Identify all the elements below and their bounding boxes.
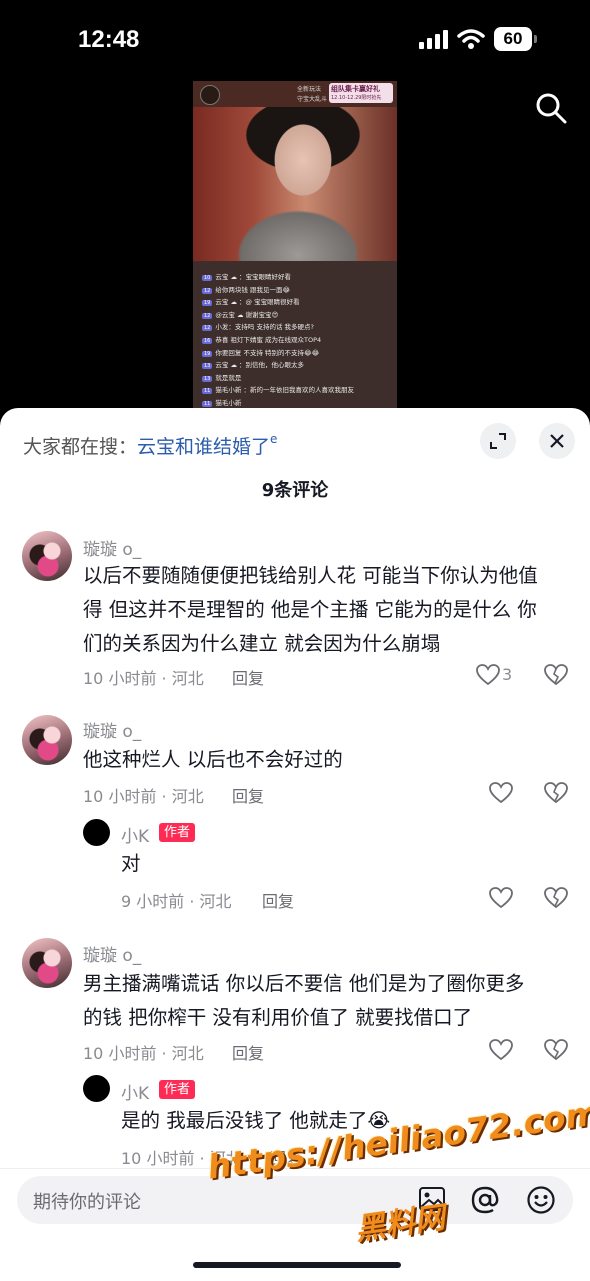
battery-indicator: 60 bbox=[494, 27, 537, 51]
user-level-badge: 11 bbox=[202, 388, 213, 395]
comment-meta: 10 小时前 · 河北 bbox=[83, 787, 204, 806]
broken-heart-icon[interactable] bbox=[544, 887, 568, 909]
user-level-badge: 19 bbox=[202, 300, 213, 307]
author-badge: 作者 bbox=[159, 1080, 196, 1099]
stream-chat-message: 13 云宝 ☁ ：别信他，他心眼太多 bbox=[202, 359, 305, 370]
comment-input-placeholder[interactable]: 期待你的评论 bbox=[33, 1188, 141, 1214]
expand-button[interactable] bbox=[480, 423, 516, 459]
reply-button[interactable]: 回复 bbox=[232, 665, 264, 689]
author-avatar[interactable] bbox=[83, 1075, 110, 1102]
comment-text: 他这种烂人 以后也不会好过的 bbox=[83, 743, 343, 777]
stream-chat-text: 猫毛小新 bbox=[215, 399, 242, 407]
stream-promo-subtitle: 12.10-12.29限时抢先 bbox=[331, 95, 382, 101]
user-level-badge: 12 bbox=[202, 287, 213, 294]
status-time: 12:48 bbox=[78, 26, 140, 53]
trending-search[interactable]: 大家都在搜：云宝和谁结婚了𝖾 bbox=[23, 432, 277, 459]
user-level-badge: 12 bbox=[202, 312, 213, 319]
search-icon[interactable] bbox=[535, 92, 567, 124]
user-level-badge: 11 bbox=[202, 401, 213, 407]
comment-username[interactable]: 璇璇 o_ bbox=[83, 941, 141, 966]
stream-promo-title: 组队集卡赢好礼 bbox=[331, 85, 380, 93]
comment-line: 以后不要随随便便把钱给别人花 可能当下你认为他值 bbox=[83, 564, 538, 587]
home-indicator[interactable] bbox=[193, 1262, 401, 1268]
stream-chat-text: 云宝 ☁ ：@ 宝宝眼睛很好看 bbox=[215, 298, 300, 307]
comment-text: 男主播满嘴谎话 你以后不要信 他们是为了圈你更多 的钱 把你榨干 没有利用价值了… bbox=[83, 967, 524, 1035]
stream-camera-view bbox=[193, 105, 397, 261]
comment-line: 的钱 把你榨干 没有利用价值了 就要找借口了 bbox=[83, 1006, 473, 1029]
stream-chat-message: 19 云宝 ☁ ：@ 宝宝眼睛很好看 bbox=[202, 296, 300, 307]
author-avatar[interactable] bbox=[83, 819, 110, 846]
comment-username[interactable]: 璇璇 o_ bbox=[83, 535, 141, 560]
avatar[interactable] bbox=[22, 715, 72, 765]
stream-chat-message: 11 猫毛小新 ：新的一年依旧我喜欢的人喜欢我朋友 bbox=[202, 384, 354, 395]
like-count: 3 bbox=[502, 665, 513, 684]
reply-text: 对 bbox=[121, 852, 141, 875]
close-icon bbox=[550, 434, 564, 448]
comment-line: 他这种烂人 以后也不会好过的 bbox=[83, 748, 343, 771]
stream-chat-message: 16 恭喜 祖灯下婧蜜 成为在线观众TOP4 bbox=[202, 334, 321, 344]
user-level-badge: 13 bbox=[202, 363, 213, 370]
heart-icon[interactable] bbox=[476, 664, 500, 686]
reply-button[interactable]: 回复 bbox=[232, 1040, 264, 1064]
at-icon[interactable] bbox=[470, 1185, 500, 1215]
wifi-icon bbox=[457, 29, 485, 49]
stream-chat-text: 猫毛小新 ：新的一年依旧我喜欢的人喜欢我朋友 bbox=[215, 386, 354, 395]
author-badge: 作者 bbox=[159, 823, 196, 842]
stream-chat-message: 11 猫毛小新 bbox=[202, 397, 241, 407]
reply-button[interactable]: 回复 bbox=[262, 888, 294, 912]
cellular-signal-icon bbox=[419, 30, 448, 49]
comment-line: 男主播满嘴谎话 你以后不要信 他们是为了圈你更多 bbox=[83, 972, 525, 995]
reply-button[interactable]: 回复 bbox=[232, 783, 264, 807]
comment-line: 得 但这并不是理智的 他是个主播 它能为的是什么 你 bbox=[83, 598, 537, 621]
video-thumbnail[interactable]: 全新玩法 守宝大乱斗 组队集卡赢好礼 12.10-12.29限时抢先 10 云宝 … bbox=[193, 81, 397, 416]
search-small-icon: 𝖾 bbox=[270, 432, 278, 446]
comment-meta: 10 小时前 · 河北 bbox=[83, 669, 204, 688]
reply-username[interactable]: 小K bbox=[121, 822, 149, 847]
streamer-avatar bbox=[200, 85, 220, 105]
stream-chat-text: @云宝 ☁ 谢谢宝宝😍 bbox=[215, 310, 279, 319]
stream-chat-message: 12 给你两块钱 跟我见一面😂 bbox=[202, 284, 290, 294]
reply-meta: 9 小时前 · 河北 bbox=[121, 892, 232, 911]
user-level-badge: 13 bbox=[202, 375, 213, 382]
stream-chat: 10 云宝 ☁ ：宝宝眼睛好好看 12 给你两块钱 跟我见一面😂 19 云宝 ☁ ：@ 宝… bbox=[193, 261, 397, 416]
stream-chat-text: 就是就是 bbox=[215, 373, 242, 382]
trending-search-prefix: 大家都在搜： bbox=[23, 436, 138, 458]
comment-line: 们的关系因为什么建立 就会因为什么崩塌 bbox=[83, 632, 441, 655]
comment-count: 9条评论 bbox=[261, 480, 329, 501]
stream-chat-message: 13 就是就是 bbox=[202, 372, 241, 382]
stream-chat-message: 12 @云宝 ☁ 谢谢宝宝😍 bbox=[202, 309, 278, 319]
trending-search-keyword[interactable]: 云宝和谁结婚了 bbox=[137, 436, 270, 458]
user-level-badge: 10 bbox=[202, 275, 213, 281]
comment-username[interactable]: 璇璇 o_ bbox=[83, 717, 141, 742]
expand-icon bbox=[490, 433, 506, 449]
stream-chat-text: 云宝 ☁ ：别信他，他心眼太多 bbox=[215, 361, 305, 370]
stream-chat-text: 云宝 ☁ ：宝宝眼睛好好看 bbox=[215, 273, 292, 281]
user-level-badge: 16 bbox=[202, 338, 213, 344]
stream-top-label: 全新玩法 bbox=[297, 86, 322, 93]
stream-top-label-2: 守宝大乱斗 bbox=[297, 96, 328, 103]
broken-heart-icon[interactable] bbox=[544, 782, 568, 804]
reply-username[interactable]: 小K bbox=[121, 1079, 149, 1104]
stream-chat-text: 恭喜 祖灯下婧蜜 成为在线观众TOP4 bbox=[215, 336, 322, 344]
stream-chat-message: 10 云宝 ☁ ：宝宝眼睛好好看 bbox=[202, 271, 291, 281]
comment-text: 以后不要随随便便把钱给别人花 可能当下你认为他值 得 但这并不是理智的 他是个主… bbox=[83, 559, 538, 661]
broken-heart-icon[interactable] bbox=[544, 1039, 568, 1061]
stream-chat-message: 19 你要回复 不支持 特别的不支持😂😂 bbox=[202, 347, 319, 357]
avatar[interactable] bbox=[22, 531, 72, 581]
user-level-badge: 19 bbox=[202, 350, 213, 357]
heart-icon[interactable] bbox=[489, 887, 513, 909]
comment-meta: 10 小时前 · 河北 bbox=[83, 1044, 204, 1063]
avatar[interactable] bbox=[22, 938, 72, 988]
emoji-icon[interactable] bbox=[526, 1185, 556, 1215]
status-bar: 12:48 60 bbox=[0, 0, 590, 80]
heart-icon[interactable] bbox=[489, 1039, 513, 1061]
user-level-badge: 12 bbox=[202, 325, 213, 332]
heart-icon[interactable] bbox=[489, 782, 513, 804]
stream-chat-text: 你要回复 不支持 特别的不支持😂😂 bbox=[215, 348, 320, 357]
stream-chat-text: 给你两块钱 跟我见一面😂 bbox=[215, 285, 291, 294]
broken-heart-icon[interactable] bbox=[544, 664, 568, 686]
close-button[interactable] bbox=[539, 423, 575, 459]
stream-chat-message: 12 小发：支持吗 支持的话 我多硬点? bbox=[202, 321, 314, 332]
stream-chat-text: 小发：支持吗 支持的话 我多硬点? bbox=[215, 323, 314, 332]
